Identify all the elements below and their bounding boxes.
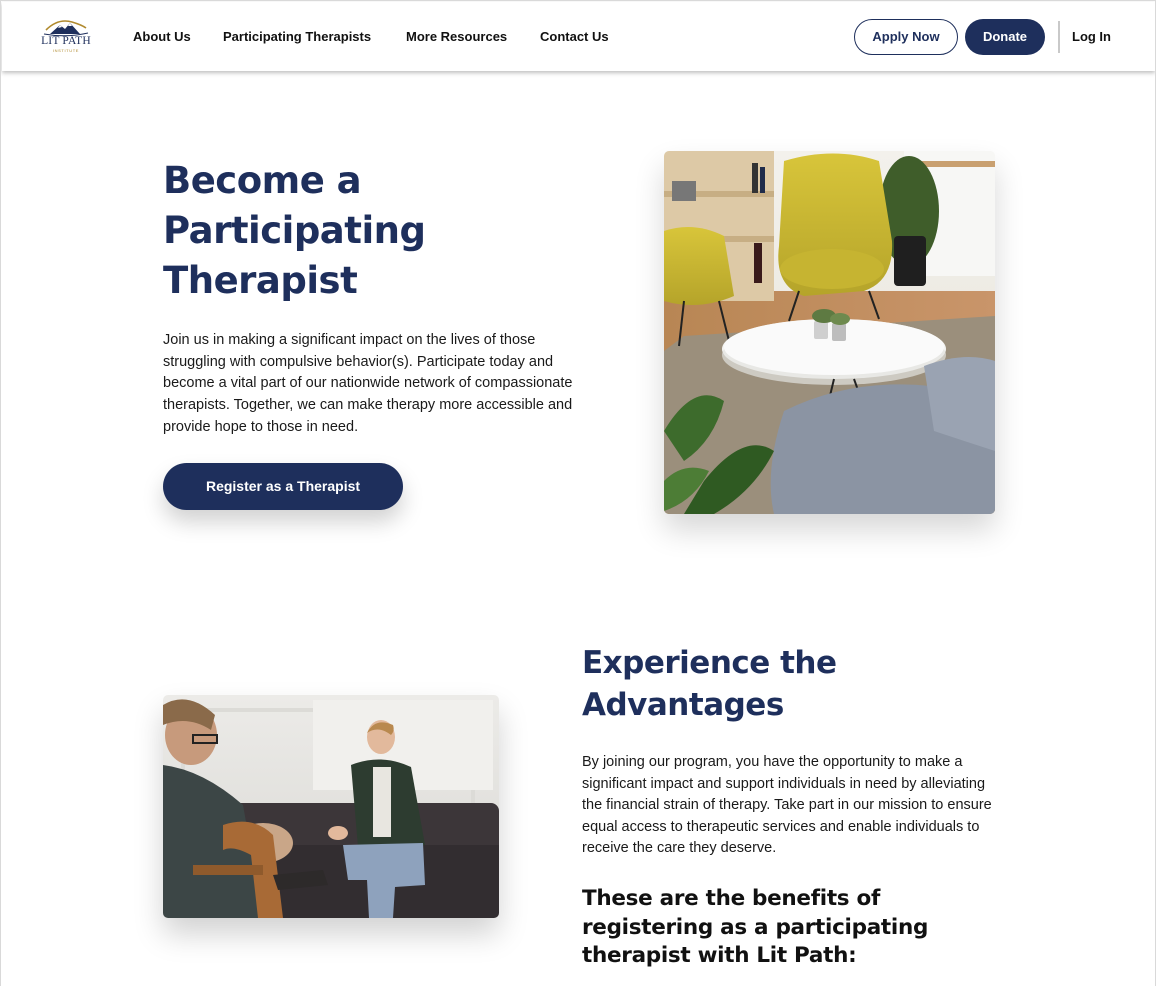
benefits-heading: These are the benefits of registering as… (582, 886, 929, 968)
donate-button[interactable]: Donate (965, 19, 1045, 55)
logo-tagline: INSTITUTE (52, 48, 80, 53)
hero-title: Become a Participating Therapist (163, 159, 426, 302)
hero-description: Join us in making a significant impact o… (163, 332, 573, 435)
page: LIT PATH INSTITUTE About Us Participatin… (0, 0, 1156, 986)
logo-text: LIT PATH (41, 35, 91, 47)
site-header: LIT PATH INSTITUTE About Us Participatin… (2, 2, 1155, 71)
advantages-description: By joining our program, you have the opp… (582, 754, 992, 857)
nav-participating-therapists[interactable]: Participating Therapists (223, 29, 371, 44)
log-in-link[interactable]: Log In (1072, 29, 1111, 44)
header-divider (1058, 21, 1060, 53)
logo[interactable]: LIT PATH INSTITUTE (38, 16, 94, 58)
therapy-session-image (163, 695, 499, 918)
advantages-title: Experience the Advantages (582, 645, 837, 723)
nav-contact-us[interactable]: Contact Us (540, 29, 609, 44)
therapy-room-image (664, 151, 995, 514)
apply-now-button[interactable]: Apply Now (854, 19, 958, 55)
nav-about-us[interactable]: About Us (133, 29, 191, 44)
nav-more-resources[interactable]: More Resources (406, 29, 507, 44)
register-as-therapist-button[interactable]: Register as a Therapist (163, 463, 403, 510)
